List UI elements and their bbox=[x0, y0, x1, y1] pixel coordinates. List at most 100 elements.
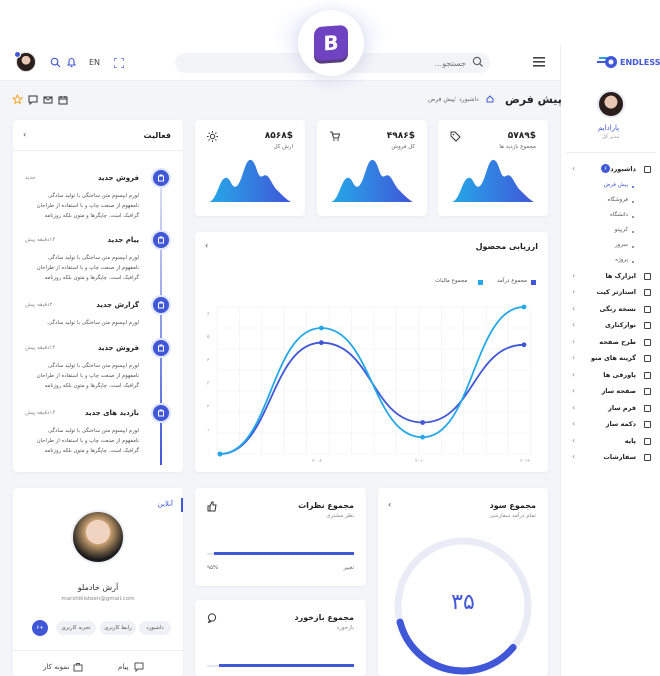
chat-icon[interactable] bbox=[28, 95, 38, 105]
sidebar-item-label: سفارشات bbox=[603, 453, 636, 461]
sidebar-subitem[interactable]: کریپتو bbox=[562, 226, 658, 240]
activity-item-text: نامفهوم از صنعت چاپ و با استفاده از طراح… bbox=[36, 265, 139, 271]
portfolio-icon[interactable] bbox=[73, 662, 83, 672]
home-icon[interactable] bbox=[486, 95, 494, 103]
comments-progress-bar bbox=[214, 552, 354, 555]
menu-icon[interactable] bbox=[533, 57, 545, 67]
data-point[interactable] bbox=[318, 325, 324, 331]
search-icon[interactable] bbox=[472, 56, 484, 68]
bell-icon[interactable] bbox=[66, 57, 77, 68]
activity-chevron-icon[interactable]: ‹ bbox=[23, 130, 26, 139]
activity-item-text: گرافیک است. چاپگرها و متون بلکه روزنامه bbox=[44, 448, 139, 454]
data-point[interactable] bbox=[318, 340, 324, 346]
data-point[interactable] bbox=[521, 304, 527, 310]
sidebar-avatar[interactable] bbox=[597, 90, 625, 118]
form-icon bbox=[644, 404, 651, 412]
chevron-left-icon: ‹ bbox=[572, 320, 576, 329]
sidebar-item[interactable]: داشبورد ‹ ۶ bbox=[562, 164, 658, 178]
y-tick-label: ۳ bbox=[207, 381, 210, 387]
activity-item-text: نامفهوم از صنعت چاپ و با استفاده از طراح… bbox=[36, 373, 139, 379]
language-selector[interactable]: EN bbox=[89, 58, 100, 67]
page-icon bbox=[644, 388, 651, 395]
series-line bbox=[219, 306, 525, 455]
sidebar-item[interactable]: استارتر کیت ‹ bbox=[562, 287, 658, 301]
activity-item-text: گرافیک است. چاپگرها و متون بلکه روزنامه bbox=[44, 383, 139, 389]
profit-gauge bbox=[394, 537, 532, 675]
x-tick-label: ۲۰۰۸ bbox=[312, 459, 322, 464]
fullscreen-icon[interactable] bbox=[114, 58, 124, 68]
profile-tag-count[interactable]: ۶+ bbox=[32, 620, 48, 636]
mail-icon[interactable] bbox=[43, 95, 53, 105]
chevron-left-icon: ‹ bbox=[572, 452, 576, 461]
profile-action-message[interactable]: پیام bbox=[118, 663, 129, 671]
profile-action-portfolio[interactable]: نمونه کار bbox=[43, 663, 69, 671]
sidebar-item[interactable]: پاورقی ها ‹ bbox=[562, 370, 658, 384]
chevron-left-icon: ‹ bbox=[572, 287, 576, 296]
sidebar-item[interactable]: نسخه رنگی ‹ bbox=[562, 304, 658, 318]
sidebar-item[interactable]: سفارشات ‹ bbox=[562, 452, 658, 466]
activity-divider bbox=[13, 150, 183, 151]
profile-avatar[interactable] bbox=[71, 510, 125, 564]
activity-item-text: لورم ایپسوم متن ساختگی با تولید سادگی. bbox=[46, 320, 139, 326]
sidebar-user-role: مدیر کل bbox=[602, 134, 620, 140]
data-point[interactable] bbox=[521, 342, 527, 348]
comments-title: مجموع نظرات bbox=[298, 501, 354, 510]
sidebar-item[interactable]: فرم ساز ‹ bbox=[562, 403, 658, 417]
sidebar-item[interactable]: طرح صفحه ‹ bbox=[562, 337, 658, 351]
sidebar-subitem[interactable]: دانشگاه bbox=[562, 211, 658, 225]
sidebar-item[interactable]: نوارکناری ‹ bbox=[562, 320, 658, 334]
chevron-left-icon: ‹ bbox=[572, 336, 576, 346]
sidebar-subitem[interactable]: پروژه bbox=[562, 256, 658, 270]
message-icon[interactable] bbox=[134, 662, 144, 672]
order-icon bbox=[644, 454, 651, 461]
comments-change-label: تغییر bbox=[343, 565, 354, 571]
activity-item[interactable]: بازدید های جدید ۱۴دقیقه پیش لورم ایپسوم م… bbox=[13, 403, 183, 463]
stat-wave-chart bbox=[209, 159, 291, 202]
profit-value: ۳۵ bbox=[451, 590, 475, 615]
sidebar-item[interactable]: ابزارک ها ‹ bbox=[562, 271, 658, 285]
profile-email: marshikisteen@gmail.com bbox=[61, 596, 135, 602]
comments-percent: ۹۵% bbox=[207, 565, 219, 571]
home-icon bbox=[644, 166, 651, 173]
activity-item-time: ۲۰دقیقه پیش bbox=[25, 302, 56, 308]
data-point[interactable] bbox=[420, 434, 426, 440]
sidebar-item[interactable]: پایه ‹ bbox=[562, 436, 658, 450]
sidebar-subitem[interactable]: فروشگاه bbox=[562, 196, 658, 210]
chevron-left-icon: ‹ bbox=[572, 386, 576, 395]
stat-card: ۴۹۸۶$ کل فروش bbox=[317, 120, 427, 216]
sidebar-subitem[interactable]: سرور bbox=[562, 241, 658, 255]
activity-item-text: گرافیک است. چاپگرها و متون بلکه روزنامه bbox=[44, 213, 139, 219]
sidebar-item[interactable]: گزینه های منو ‹ bbox=[562, 353, 658, 367]
sidebar-subitem[interactable]: پیش فرض bbox=[562, 181, 658, 195]
sidebar-item[interactable]: دکمه ساز ‹ bbox=[562, 419, 658, 433]
activity-item[interactable]: فروش جدید ۱۴دقیقه پیش لورم ایپسوم متن ساخ… bbox=[13, 338, 183, 398]
activity-item[interactable]: پیام جدید ۱۴دقیقه پیش لورم ایپسوم متن ساخ… bbox=[13, 230, 183, 290]
profile-tag[interactable]: داشبورد bbox=[139, 621, 171, 635]
activity-item-title: فروش جدید bbox=[97, 344, 139, 352]
activity-item-time: ۱۴دقیقه پیش bbox=[25, 345, 56, 351]
data-point[interactable] bbox=[217, 451, 223, 457]
menu-icon bbox=[644, 355, 651, 362]
sidebar-item-label: پایه bbox=[624, 436, 636, 445]
sidebar-item-label: پیش فرض bbox=[603, 181, 628, 188]
bag-icon bbox=[151, 338, 171, 358]
calendar-icon[interactable] bbox=[58, 95, 68, 105]
stat-card: ۸۵۶۸$ ارش کل bbox=[195, 120, 305, 216]
breadcrumb-dashboard[interactable]: داشبورد bbox=[459, 96, 479, 103]
sidebar-item[interactable]: صفحه ساز ‹ bbox=[562, 386, 658, 400]
chevron-left-icon: ‹ bbox=[572, 164, 576, 173]
stat-wave-chart bbox=[331, 159, 413, 202]
sidebar-bullet bbox=[632, 230, 634, 233]
profile-tag[interactable]: تجربه کاربری bbox=[56, 621, 96, 635]
search-toggle-icon[interactable] bbox=[50, 57, 61, 68]
product-chart-card: ارزیابی محصول ‹ مجموع درآمد مجموع مالیات… bbox=[195, 232, 548, 472]
activity-item[interactable]: فروش جدید جدید لورم ایپسوم متن ساختگی با … bbox=[13, 168, 183, 228]
star-icon[interactable] bbox=[12, 94, 23, 105]
side-icon bbox=[644, 322, 651, 329]
online-status: آنلاین bbox=[157, 500, 173, 508]
data-point[interactable] bbox=[420, 420, 426, 425]
profile-tag[interactable]: رابط کاربری bbox=[100, 621, 136, 635]
activity-item-title: پیام جدید bbox=[107, 236, 139, 244]
sidebar-item-label: فرم ساز bbox=[608, 403, 636, 412]
brand-name[interactable]: ENDLESS bbox=[620, 58, 660, 67]
